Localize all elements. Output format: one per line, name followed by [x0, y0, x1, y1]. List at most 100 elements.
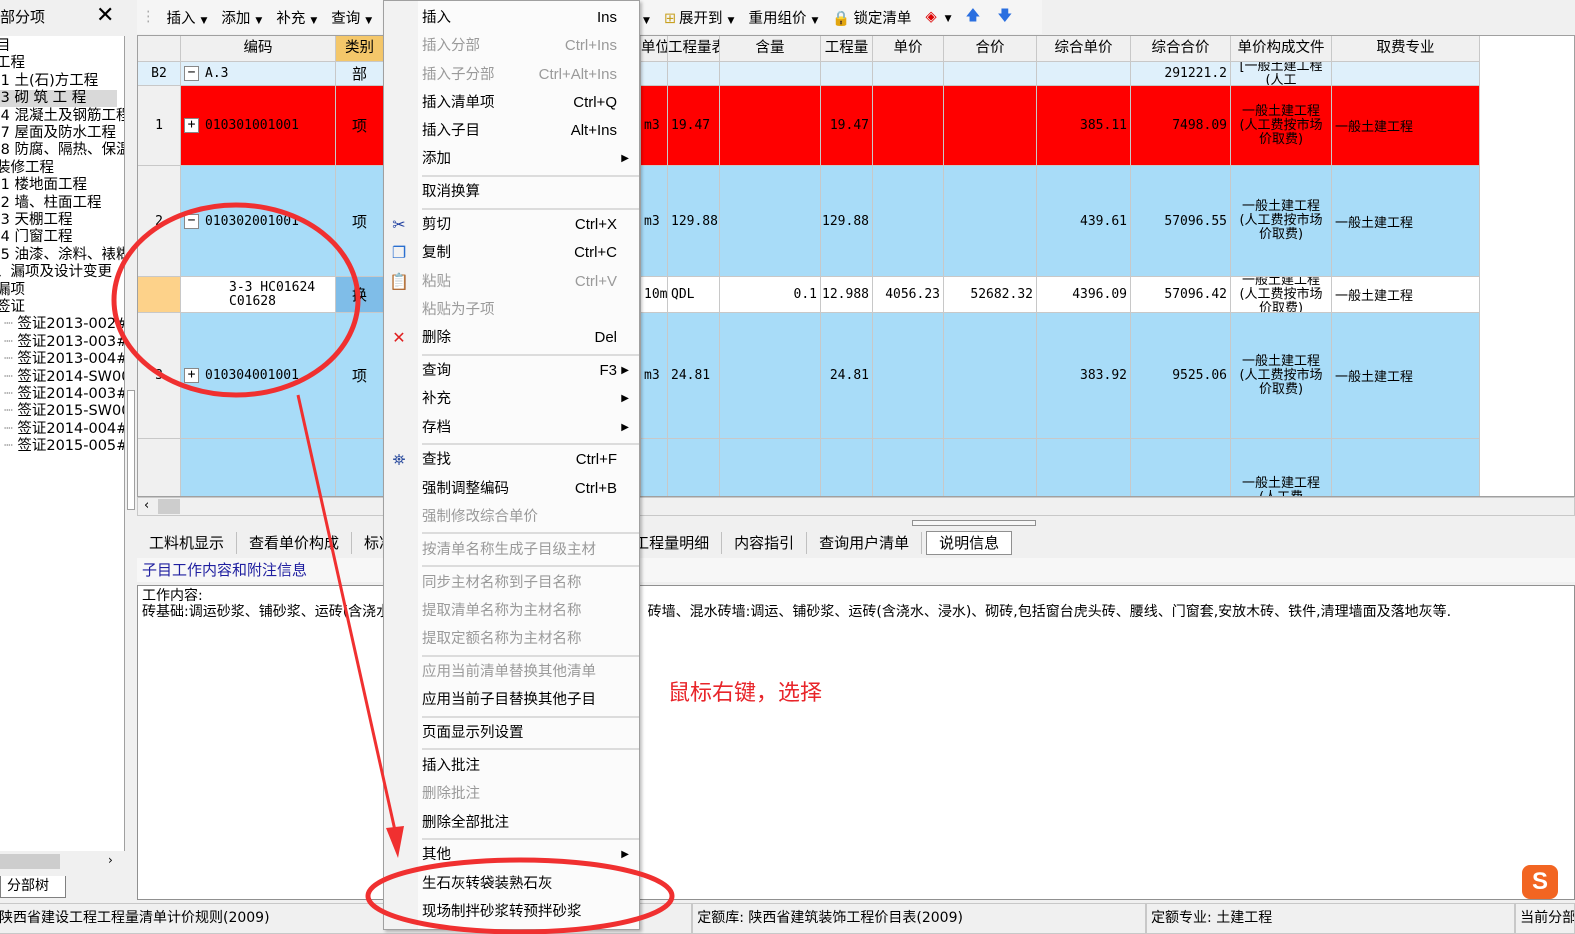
grid-cell-type[interactable]: 项 [336, 313, 384, 439]
grid-cell-unit-price[interactable]: 4056.23 [873, 277, 944, 313]
grid-cell-unit[interactable]: m3 [641, 313, 668, 439]
column-header-total-price[interactable]: 合价 [944, 36, 1037, 62]
expand-toggle-icon[interactable]: + [184, 368, 199, 383]
vertical-scrollbar[interactable] [127, 390, 135, 510]
grid-cell-unit-price[interactable] [873, 86, 944, 166]
menu-item[interactable]: 添加 ▶ [384, 145, 639, 173]
grid-cell-unit[interactable] [641, 62, 668, 86]
grid-cell-quantity[interactable]: 129.88 [821, 166, 873, 277]
tree-node[interactable]: 装修工程 [0, 160, 54, 177]
column-header-content[interactable]: 含量 [720, 36, 821, 62]
grid-horizontal-scrollbar[interactable]: ‹ [137, 497, 1575, 516]
grid-cell-total-price[interactable]: 52682.32 [944, 277, 1037, 313]
tree-node[interactable]: 、漏项及设计变更 [0, 264, 112, 281]
menu-item[interactable]: ⛯ 查找 Ctrl+F [384, 446, 639, 474]
column-header-type[interactable]: 类别 [336, 36, 384, 62]
grid-cell-unit-price[interactable] [873, 62, 944, 86]
tab-7[interactable]: 查询用户清单 [807, 532, 923, 554]
grid-cell-quantity[interactable]: 12.988 [821, 277, 873, 313]
grid-cell-composite-unit-price[interactable] [1037, 439, 1131, 496]
tab-1[interactable]: 查看单价构成 [237, 532, 353, 554]
tree-node[interactable]: .1 土(石)方工程 [0, 73, 98, 90]
grid-cell-quantity-expression[interactable]: 129.88 [668, 166, 720, 277]
grid-cell-quantity[interactable] [821, 439, 873, 496]
tab-section-tree[interactable]: 分部树 [0, 876, 66, 898]
grid-cell-fee-specialty[interactable]: 一般土建工程 [1332, 166, 1480, 277]
menu-item[interactable]: 删除全部批注 [384, 809, 639, 837]
scroll-right-icon[interactable]: › [108, 853, 113, 867]
grid-cell-row-number[interactable] [138, 277, 181, 313]
toolbar-button[interactable]: 重用组价 ▼ [741, 7, 825, 28]
grid-cell-content[interactable] [720, 86, 821, 166]
splitter-handle[interactable] [912, 520, 1036, 526]
grid-cell-unit[interactable] [641, 439, 668, 496]
grid-cell-content[interactable] [720, 439, 821, 496]
grid-cell-fee-specialty[interactable]: 一般土建工程 [1332, 86, 1480, 166]
tree-node[interactable]: ┈ 签证2015-SW002 [4, 403, 124, 420]
grid-cell-price-composition-file[interactable]: [一般土建工程(人工 [1231, 62, 1332, 86]
grid-cell-quantity[interactable]: 24.81 [821, 313, 873, 439]
grid-cell-total-price[interactable] [944, 166, 1037, 277]
tree-node[interactable]: 漏项 [0, 282, 25, 299]
column-header-unit[interactable]: 单位 [641, 36, 668, 62]
menu-item[interactable]: 应用当前子目替换其他子目 [384, 686, 639, 714]
column-header-price-composition-file[interactable]: 单价构成文件 [1231, 36, 1332, 62]
grid-cell-unit[interactable]: m3 [641, 86, 668, 166]
column-header-fee-specialty[interactable]: 取费专业 [1332, 36, 1480, 62]
column-header-quantity[interactable]: 工程量 [821, 36, 873, 62]
menu-item[interactable]: 现场制拌砂浆转预拌砂浆 [384, 898, 639, 926]
tree-node[interactable]: .4 混凝土及钢筋工程 [0, 108, 124, 125]
tab-8[interactable]: 说明信息 [926, 531, 1013, 555]
grid-cell-row-number[interactable] [138, 439, 181, 496]
tree-node[interactable]: ┈ 签证2014-003# [4, 386, 124, 403]
tab-0[interactable]: 工料机显示 [137, 532, 238, 554]
toolbar-button[interactable]: 插入 ▼ [160, 7, 215, 28]
tab-6[interactable]: 内容指引 [722, 532, 808, 554]
grid-cell-composite-total[interactable]: 9525.06 [1131, 313, 1231, 439]
menu-item[interactable]: 查询 F3 ▶ [384, 357, 639, 385]
tree-node[interactable]: 签证 [0, 299, 25, 316]
tree-node[interactable]: ┈ 签证2013-003# [4, 334, 124, 351]
menu-item[interactable]: 插入批注 [384, 752, 639, 780]
toolbar-button[interactable]: 🡇 [990, 5, 1022, 30]
grid-cell-code[interactable]: 3-3 HC01624 C01628 [181, 277, 336, 313]
grid-cell-total-price[interactable] [944, 62, 1037, 86]
grid-cell-total-price[interactable] [944, 313, 1037, 439]
grid-cell-code[interactable]: +010301001001 [181, 86, 336, 166]
close-icon[interactable]: ✕ [96, 4, 114, 28]
menu-item[interactable]: 生石灰转袋装熟石灰 [384, 870, 639, 898]
grid-cell-quantity-expression[interactable]: 24.81 [668, 313, 720, 439]
column-header-unit-price[interactable]: 单价 [873, 36, 944, 62]
tree-node[interactable]: 目 [0, 38, 11, 55]
grid-cell-unit[interactable]: 10m3 [641, 277, 668, 313]
tree-node[interactable]: .3 砌 筑 工 程 [0, 90, 117, 108]
grid-cell-content[interactable] [720, 313, 821, 439]
column-header-composite-unit-price[interactable]: 综合单价 [1037, 36, 1131, 62]
tree-node[interactable]: .3 天棚工程 [0, 212, 72, 229]
menu-item[interactable]: ✕ 删除 Del [384, 324, 639, 352]
grid-cell-total-price[interactable] [944, 86, 1037, 166]
grid-cell-quantity-expression[interactable] [668, 439, 720, 496]
grid-cell-content[interactable] [720, 62, 821, 86]
grid-cell-type[interactable]: 项 [336, 86, 384, 166]
tree-node[interactable]: .8 防腐、隔热、保温 [0, 142, 124, 159]
grid-cell-price-composition-file[interactable]: 一般土建工程(人工费按市场价取费) [1231, 166, 1332, 277]
tree-node[interactable]: .4 门窗工程 [0, 229, 72, 246]
menu-item[interactable]: 取消换算 [384, 178, 639, 206]
menu-item[interactable]: ✂ 剪切 Ctrl+X [384, 211, 639, 239]
column-header-quantity-expression[interactable]: 工程量表达式 [668, 36, 720, 62]
grid-cell-composite-total[interactable]: 291221.2 [1131, 62, 1231, 86]
grid-cell-type[interactable]: 换 [336, 277, 384, 313]
grid-cell-unit-price[interactable] [873, 166, 944, 277]
grid-cell-row-number[interactable]: 2 [138, 166, 181, 277]
grid-cell-composite-unit-price[interactable]: 4396.09 [1037, 277, 1131, 313]
toolbar-button[interactable]: 查询 ▼ [324, 7, 379, 28]
grid-cell-quantity-expression[interactable]: 19.47 [668, 86, 720, 166]
grid-cell-composite-unit-price[interactable]: 385.11 [1037, 86, 1131, 166]
toolbar-button[interactable]: 添加 ▼ [214, 7, 269, 28]
menu-item[interactable]: 其他 ▶ [384, 841, 639, 869]
menu-item[interactable]: 插入子目 Alt+Ins [384, 117, 639, 145]
grid-cell-type[interactable]: 项 [336, 166, 384, 277]
grid-cell-fee-specialty[interactable] [1332, 62, 1480, 86]
grid-cell-quantity[interactable] [821, 62, 873, 86]
